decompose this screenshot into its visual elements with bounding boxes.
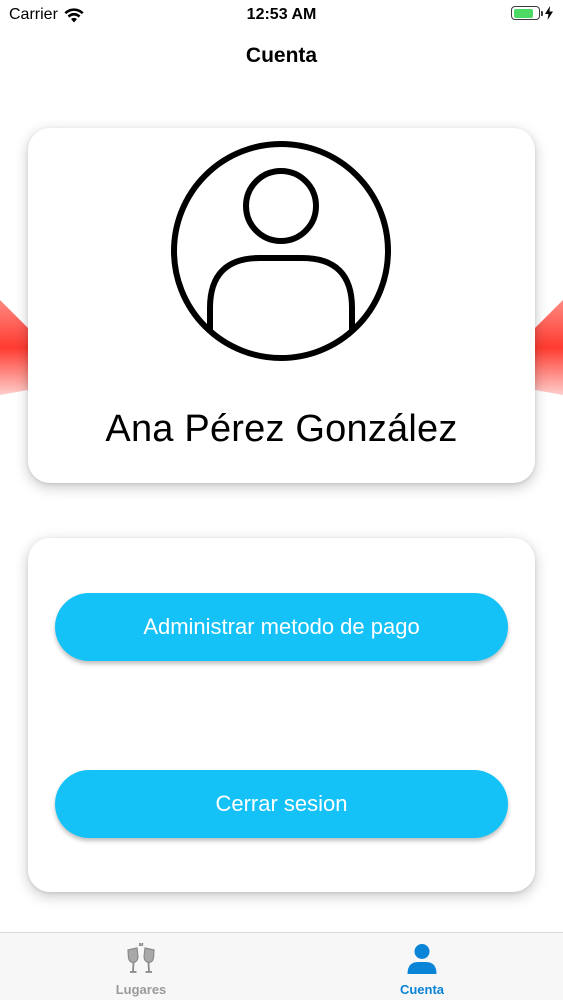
battery-icon [511, 6, 543, 20]
battery-level [513, 8, 533, 18]
tab-lugares-label: Lugares [115, 982, 167, 997]
person-icon [407, 944, 437, 974]
status-right [511, 6, 553, 20]
user-name: Ana Pérez González [105, 408, 458, 450]
manage-payment-button[interactable]: Administrar metodo de pago [55, 593, 508, 661]
logout-button[interactable]: Cerrar sesion [55, 770, 508, 838]
charging-bolt-icon [545, 6, 553, 20]
page-title: Cuenta [245, 44, 318, 67]
tab-bar: Lugares Cuenta [0, 932, 563, 1000]
user-circle-icon [171, 141, 391, 361]
decor-shape-left [0, 300, 28, 395]
toast-glasses-icon [127, 942, 155, 973]
status-bar: Carrier 12:53 AM [0, 0, 563, 30]
decor-shape-right [535, 300, 563, 395]
tab-cuenta-label: Cuenta [399, 982, 445, 997]
actions-card [28, 538, 535, 892]
status-time: 12:53 AM [246, 6, 317, 23]
tab-cuenta[interactable]: Cuenta [342, 933, 502, 1000]
tab-lugares[interactable]: Lugares [61, 933, 221, 1000]
